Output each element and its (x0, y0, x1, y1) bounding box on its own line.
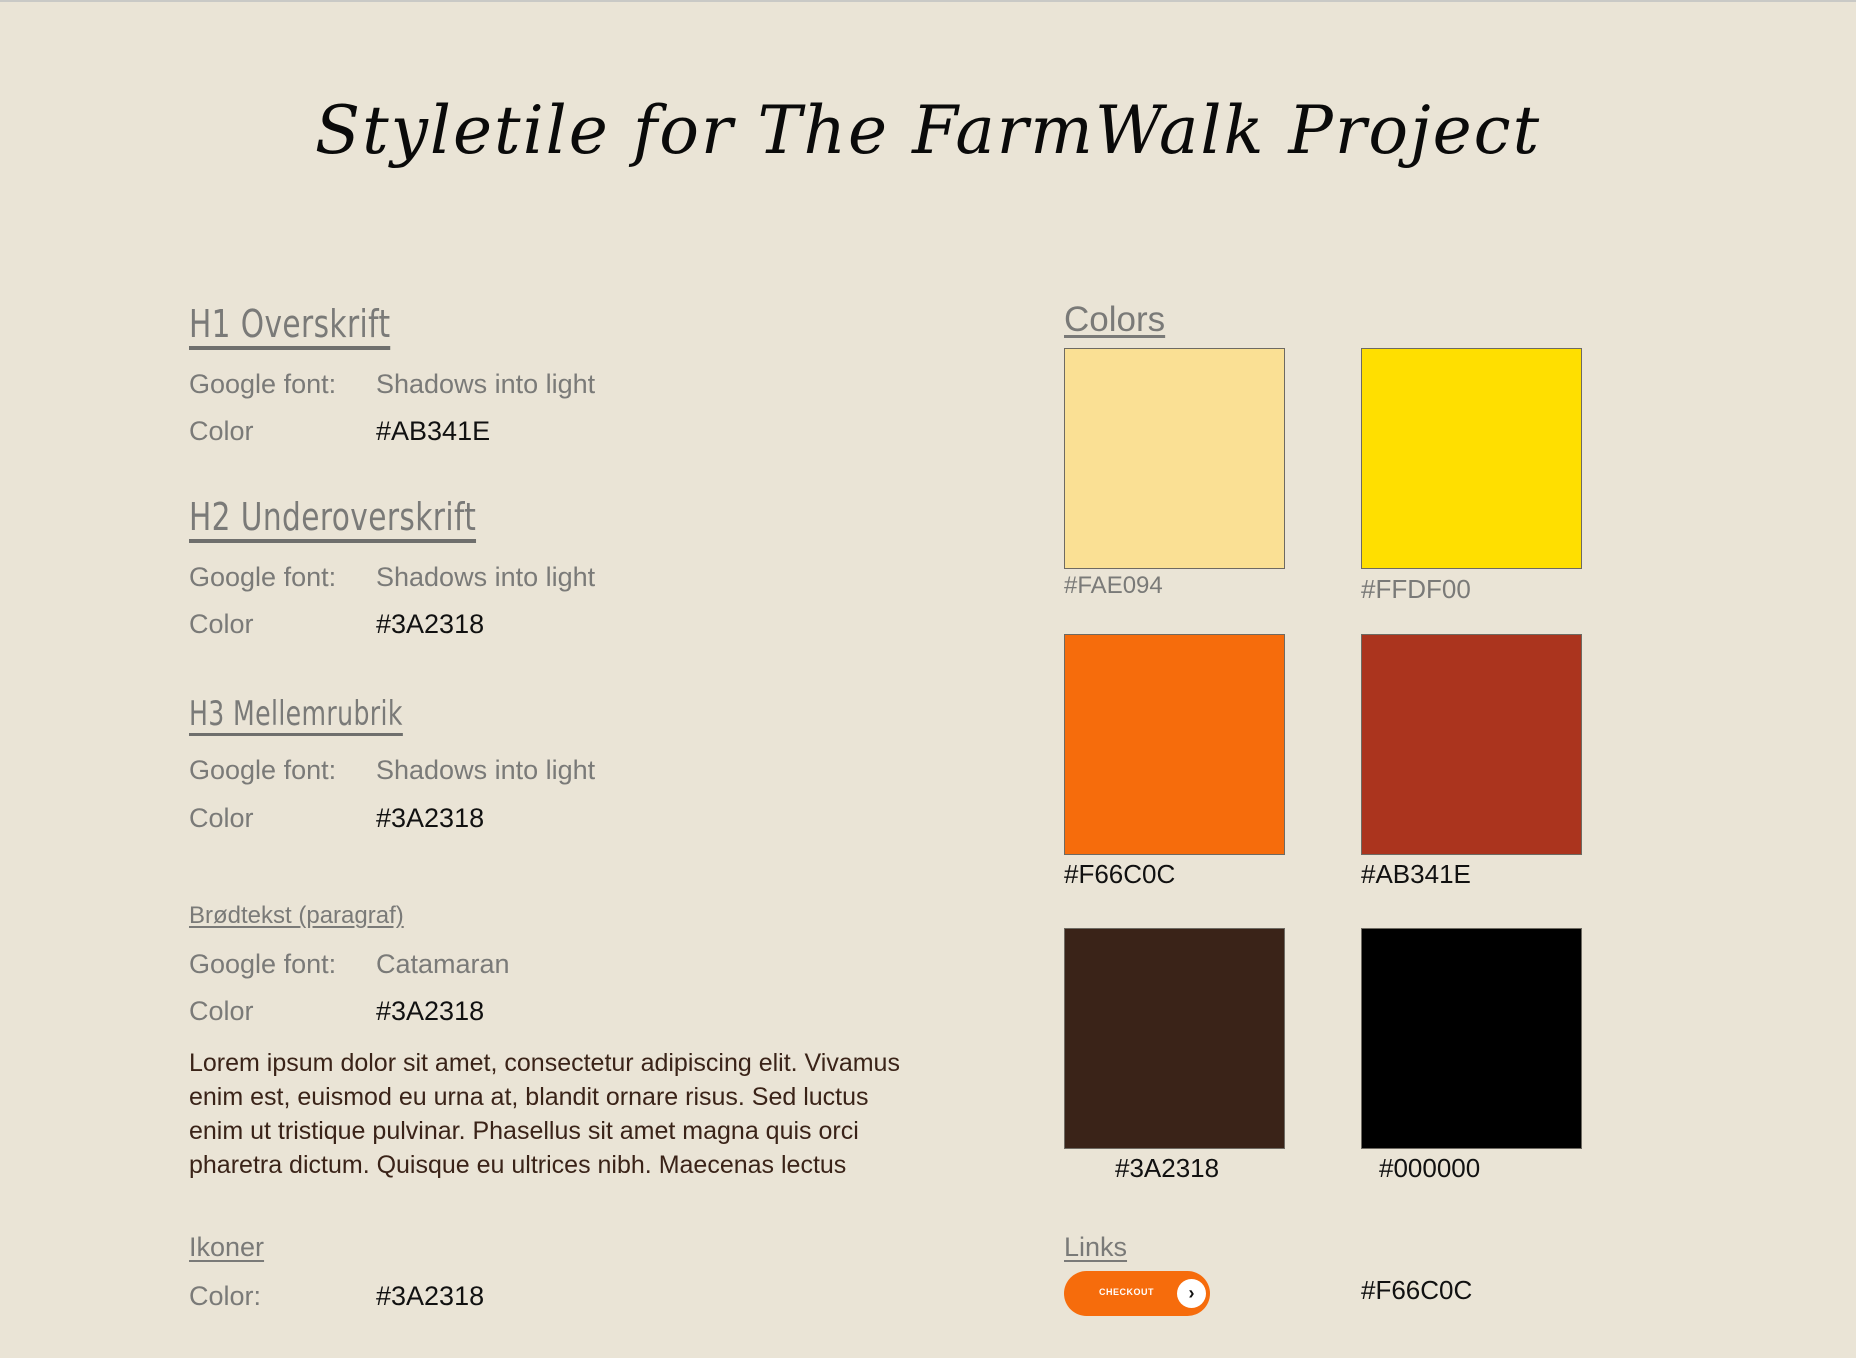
h2-color-label: Color (189, 609, 254, 639)
checkout-button-label: CHECKOUT (1099, 1287, 1154, 1297)
swatch-fae094 (1064, 348, 1285, 569)
links-color-value: #F66C0C (1361, 1275, 1473, 1305)
h2-font-label: Google font: (189, 562, 337, 592)
h2-color-value: #3A2318 (376, 609, 485, 639)
checkout-button[interactable]: CHECKOUT › (1064, 1271, 1210, 1316)
body-color-label: Color (189, 996, 254, 1026)
swatch-label-ffdf00: #FFDF00 (1361, 574, 1471, 604)
sample-paragraph: Lorem ipsum dolor sit amet, consectetur … (189, 1049, 900, 1179)
swatch-f66c0c (1064, 634, 1285, 855)
icons-color-value: #3A2318 (376, 1281, 485, 1311)
page-title: Styletile for The FarmWalk Project (314, 92, 1542, 169)
h1-color-value: #AB341E (376, 416, 491, 446)
h1-color-label: Color (189, 416, 254, 446)
swatch-label-3a2318: #3A2318 (1115, 1153, 1220, 1183)
h3-font-label: Google font: (189, 755, 337, 785)
links-heading: Links (1064, 1232, 1128, 1262)
swatch-000000 (1361, 928, 1582, 1149)
h3-color-label: Color (189, 803, 254, 833)
h3-heading-sample: H3 Mellemrubrik (189, 695, 403, 737)
body-font-label: Google font: (189, 949, 337, 979)
h1-heading-sample: H1 Overskrift (189, 303, 391, 350)
body-color-value: #3A2318 (376, 996, 485, 1026)
h2-heading-sample: H2 Underoverskrift (189, 496, 477, 543)
swatch-label-f66c0c: #F66C0C (1064, 859, 1176, 889)
swatch-ab341e (1361, 634, 1582, 855)
swatch-label-ab341e: #AB341E (1361, 859, 1471, 889)
top-divider (0, 0, 1856, 2)
body-font-value: Catamaran (376, 949, 510, 979)
swatch-label-fae094: #FAE094 (1064, 572, 1163, 599)
h1-font-value: Shadows into light (376, 369, 596, 399)
h3-font-value: Shadows into light (376, 755, 596, 785)
h3-color-value: #3A2318 (376, 803, 485, 833)
icons-color-label: Color: (189, 1281, 262, 1311)
body-text-heading: Brødtekst (paragraf) (189, 902, 404, 929)
swatch-3a2318 (1064, 928, 1285, 1149)
colors-heading: Colors (1064, 300, 1166, 339)
chevron-right-icon: › (1177, 1279, 1206, 1308)
swatch-label-000000: #000000 (1379, 1153, 1481, 1183)
h2-font-value: Shadows into light (376, 562, 596, 592)
swatch-ffdf00 (1361, 348, 1582, 569)
icons-heading: Ikoner (189, 1232, 265, 1262)
h1-font-label: Google font: (189, 369, 337, 399)
